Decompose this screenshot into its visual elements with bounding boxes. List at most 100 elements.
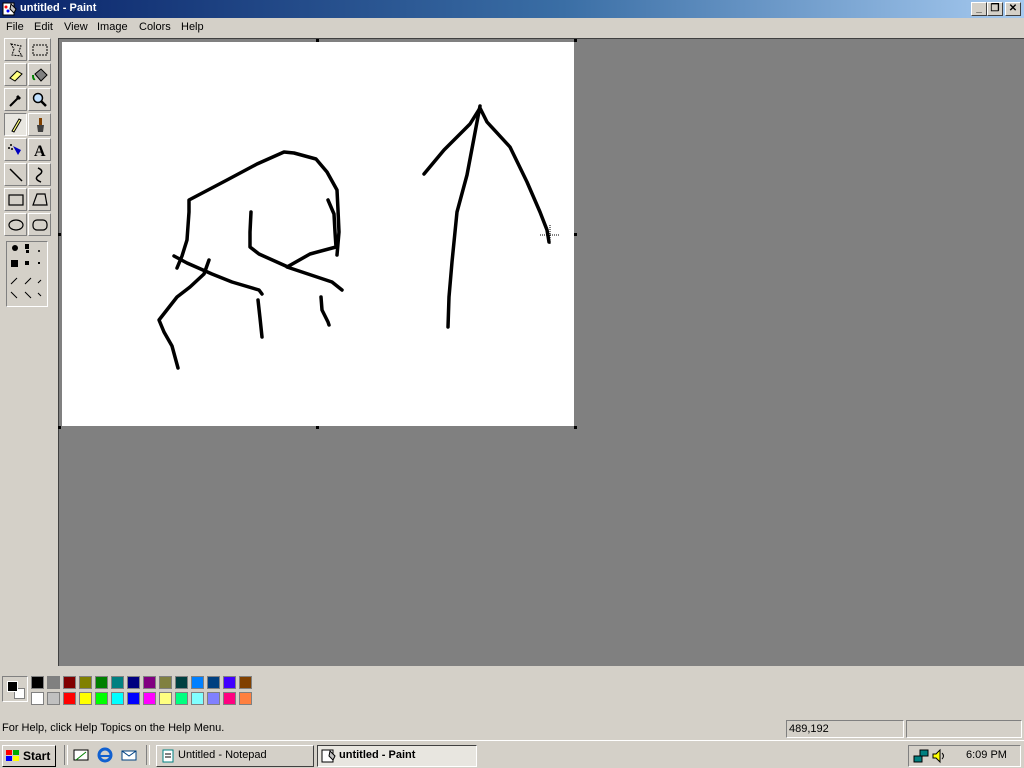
palette-swatch[interactable] (95, 692, 108, 705)
notepad-icon (162, 749, 174, 763)
minimize-button[interactable]: _ (971, 2, 987, 16)
task-notepad-label: Untitled - Notepad (178, 749, 267, 761)
status-help-text: For Help, click Help Topics on the Help … (2, 722, 225, 734)
palette-swatch[interactable] (207, 692, 220, 705)
eyedropper-icon (9, 95, 21, 107)
tool-brush[interactable] (28, 113, 51, 136)
palette-swatch[interactable] (223, 676, 236, 689)
palette-swatch[interactable] (47, 692, 60, 705)
palette-swatch[interactable] (111, 676, 124, 689)
tool-line[interactable] (4, 163, 27, 186)
system-tray: 6:09 PM (908, 745, 1021, 767)
menu-bar: File Edit View Image Colors Help (0, 18, 1024, 38)
eraser-icon (9, 70, 23, 82)
volume-icon[interactable] (931, 748, 947, 764)
start-button[interactable]: Start (2, 745, 56, 767)
menu-colors[interactable]: Colors (138, 21, 172, 33)
tool-rounded-rectangle[interactable] (28, 213, 51, 236)
menu-edit[interactable]: Edit (33, 21, 54, 33)
tool-curve[interactable] (28, 163, 51, 186)
task-paint-label: untitled - Paint (339, 749, 416, 761)
curve-icon (35, 167, 43, 183)
tool-airbrush[interactable] (4, 138, 27, 161)
menu-file[interactable]: File (5, 21, 25, 33)
resize-handle-bottom[interactable] (316, 426, 319, 429)
palette-swatch[interactable] (79, 692, 92, 705)
tool-rectangle[interactable] (4, 188, 27, 211)
window-title: untitled - Paint (20, 2, 97, 14)
color-palette (0, 666, 1024, 716)
outlook-express-icon[interactable] (121, 747, 137, 763)
tool-free-form-select[interactable] (4, 38, 27, 61)
tool-options-box[interactable] (6, 241, 48, 307)
airbrush-icon (8, 144, 21, 155)
palette-swatch[interactable] (47, 676, 60, 689)
palette-swatch[interactable] (159, 692, 172, 705)
resize-handle-bottom-left (58, 426, 61, 429)
resize-handle-right[interactable] (574, 233, 577, 236)
palette-swatch[interactable] (207, 676, 220, 689)
task-paint[interactable]: untitled - Paint (317, 745, 477, 767)
palette-swatch[interactable] (127, 692, 140, 705)
select-icon (32, 44, 48, 56)
quicklaunch-divider (64, 745, 68, 765)
crosshair-cursor-icon (540, 225, 560, 245)
tool-select[interactable] (28, 38, 51, 61)
show-desktop-icon[interactable] (73, 747, 89, 763)
stroke-middle-leg (256, 298, 264, 339)
tool-polygon[interactable] (28, 188, 51, 211)
palette-swatch[interactable] (143, 676, 156, 689)
pencil-size-options-icon (10, 244, 42, 299)
palette-swatch[interactable] (159, 676, 172, 689)
network-icon[interactable] (913, 748, 929, 764)
brush-icon (37, 118, 44, 132)
text-icon: A (34, 143, 46, 159)
palette-swatch[interactable] (175, 692, 188, 705)
stroke-arrow-left (422, 106, 551, 244)
palette-swatch[interactable] (95, 676, 108, 689)
rounded-rectangle-icon (32, 219, 48, 231)
palette-swatch[interactable] (111, 692, 124, 705)
fill-bucket-icon (32, 68, 48, 82)
task-notepad[interactable]: Untitled - Notepad (156, 745, 314, 767)
palette-swatch[interactable] (63, 676, 76, 689)
stroke-left-leg (157, 258, 211, 370)
palette-swatch[interactable] (31, 692, 44, 705)
rectangle-icon (8, 194, 24, 206)
close-button[interactable]: ✕ (1005, 2, 1021, 16)
tool-magnifier[interactable] (28, 88, 51, 111)
palette-swatch[interactable] (31, 676, 44, 689)
stroke-head-outline (175, 150, 341, 270)
tool-pencil[interactable] (4, 113, 27, 136)
status-coordinates: 489,192 (786, 720, 904, 738)
current-colors[interactable] (2, 676, 28, 702)
tool-fill[interactable] (28, 63, 51, 86)
minimize-icon: _ (976, 3, 982, 14)
palette-swatch[interactable] (239, 692, 252, 705)
tool-eraser[interactable] (4, 63, 27, 86)
palette-swatch[interactable] (143, 692, 156, 705)
restore-button[interactable]: ❐ (987, 2, 1003, 16)
palette-swatch[interactable] (79, 676, 92, 689)
resize-handle-bottom-right[interactable] (574, 426, 577, 429)
clock: 6:09 PM (966, 749, 1007, 761)
tool-text[interactable]: A (28, 138, 51, 161)
stroke-right-leg (319, 295, 331, 327)
palette-swatch[interactable] (191, 692, 204, 705)
menu-help[interactable]: Help (180, 21, 205, 33)
menu-image[interactable]: Image (96, 21, 129, 33)
tool-pick-color[interactable] (4, 88, 27, 111)
menu-view[interactable]: View (63, 21, 89, 33)
palette-swatch[interactable] (191, 676, 204, 689)
internet-explorer-icon[interactable] (97, 747, 113, 763)
palette-swatch[interactable] (127, 676, 140, 689)
title-bar: untitled - Paint _ ❐ ✕ (0, 0, 1024, 18)
svg-text:A: A (34, 143, 46, 159)
magnifier-icon (32, 92, 47, 107)
palette-swatch[interactable] (63, 692, 76, 705)
palette-swatch[interactable] (175, 676, 188, 689)
drawing-canvas[interactable] (62, 42, 574, 426)
palette-swatch[interactable] (239, 676, 252, 689)
palette-swatch[interactable] (223, 692, 236, 705)
tool-ellipse[interactable] (4, 213, 27, 236)
